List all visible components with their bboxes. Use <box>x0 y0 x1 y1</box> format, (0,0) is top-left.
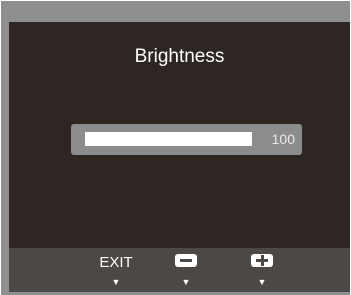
slider-fill <box>85 132 252 146</box>
down-arrow-icon: ▼ <box>181 277 191 287</box>
osd-title: Brightness <box>134 46 225 67</box>
brightness-slider[interactable]: 100 <box>71 124 302 155</box>
osd-menu: Brightness 100 <box>9 22 350 248</box>
decrease-button[interactable]: ▼ <box>166 248 206 292</box>
down-arrow-icon: ▼ <box>257 277 267 287</box>
increase-button[interactable]: ▼ <box>242 248 282 292</box>
slider-value: 100 <box>271 131 295 147</box>
minus-icon <box>175 254 197 267</box>
exit-label: EXIT <box>99 254 133 271</box>
plus-icon <box>251 254 273 267</box>
slider-track[interactable] <box>85 132 252 146</box>
button-bar: EXIT ▼ ▼ ▼ <box>9 248 350 292</box>
monitor-bezel: Brightness 100 EXIT ▼ ▼ ▼ <box>1 1 350 295</box>
exit-button[interactable]: EXIT ▼ <box>96 248 136 292</box>
down-arrow-icon: ▼ <box>111 277 121 287</box>
